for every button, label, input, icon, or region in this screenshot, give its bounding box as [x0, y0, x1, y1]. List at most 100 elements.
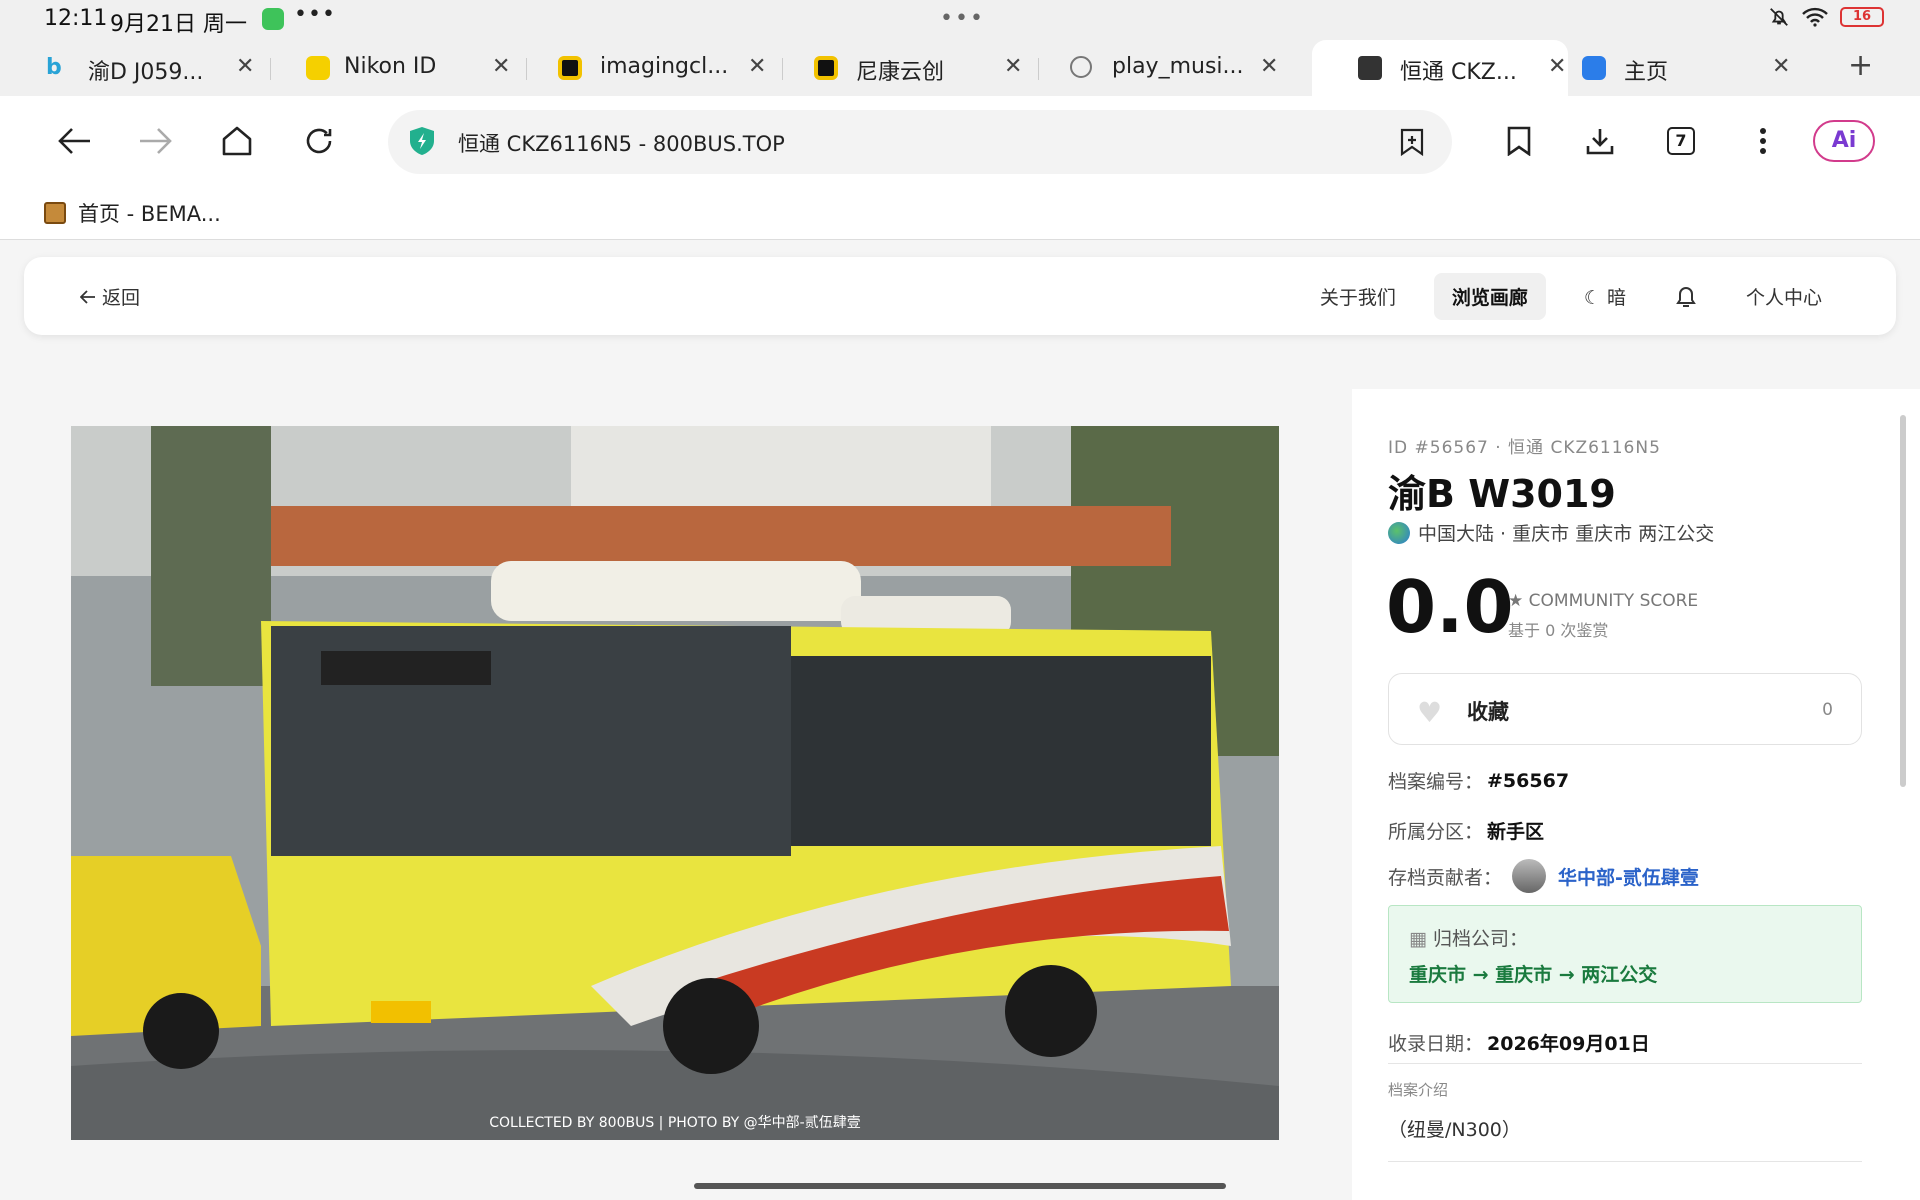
tab-3[interactable]: imagingcl... ✕	[512, 40, 768, 96]
bus-photo-illustration	[71, 426, 1279, 1140]
arrow-right-icon	[140, 128, 172, 154]
bookmark-icon	[1507, 126, 1531, 156]
downloads-button[interactable]	[1577, 118, 1623, 164]
arrow-left-icon	[80, 289, 95, 304]
status-bar: 12:11 9月21日 周一 ••• ••• 16	[0, 0, 1920, 40]
back-button[interactable]	[52, 118, 98, 164]
tab-4[interactable]: 尼康云创 ✕	[768, 40, 1024, 96]
ai-icon: Ai	[1813, 120, 1875, 162]
wifi-icon	[1802, 7, 1828, 27]
archive-company-box: ▦ 归档公司： 重庆市 → 重庆市 → 两江公交	[1388, 905, 1862, 1003]
tab-title: play_musi...	[1112, 54, 1242, 79]
tab-title: Nikon ID	[344, 54, 437, 79]
archive-number-row: 档案编号： #56567	[1388, 769, 1570, 794]
location-text: 中国大陆 · 重庆市 重庆市 两江公交	[1418, 523, 1715, 545]
avatar[interactable]	[1512, 859, 1547, 893]
bookmark-item[interactable]: 首页 - BEMA...	[44, 198, 221, 228]
tab-count-icon: 7	[1667, 127, 1695, 155]
photo-credit: COLLECTED BY 800BUS | PHOTO BY @华中部-贰伍肆壹	[489, 1115, 861, 1131]
tab-title: 主页	[1624, 60, 1669, 85]
address-bar[interactable]: 恒通 CKZ6116N5 - 800BUS.TOP	[388, 110, 1452, 174]
favorite-count: 0	[1822, 700, 1833, 720]
home-tab-icon	[1582, 56, 1606, 80]
description-label: 档案介绍	[1388, 1081, 1449, 1099]
site-nav-links: 关于我们 浏览画廊 ☾ 暗 个人中心	[1302, 273, 1840, 320]
tab-7[interactable]: 主页 ✕	[1536, 40, 1792, 96]
security-shield-icon	[410, 127, 434, 155]
status-icons: 16	[1768, 6, 1884, 28]
record-id: ID #56567 · 恒通 CKZ6116N5	[1388, 438, 1661, 458]
web-page: 返回 关于我们 浏览画廊 ☾ 暗 个人中心 COLLECTED BY 800BU…	[0, 241, 1920, 1200]
nav-profile[interactable]: 个人中心	[1728, 273, 1840, 320]
planet-icon	[1070, 56, 1092, 78]
more-vertical-icon	[1760, 128, 1766, 154]
reload-button[interactable]	[296, 118, 342, 164]
menu-button[interactable]	[1740, 118, 1786, 164]
tab-strip: b 渝D J059... ✕ Nikon ID ✕ imagingcl... ✕…	[0, 40, 1920, 96]
bookmark-label: 首页 - BEMA...	[78, 202, 221, 226]
bookmarks-bar: 首页 - BEMA...	[0, 188, 1920, 240]
browser-toolbar: 恒通 CKZ6116N5 - 800BUS.TOP 7 Ai	[0, 96, 1920, 188]
tab-switcher-button[interactable]: 7	[1658, 118, 1704, 164]
nikon-icon	[306, 56, 330, 80]
tab-1[interactable]: b 渝D J059... ✕	[0, 40, 256, 96]
forward-button[interactable]	[132, 118, 178, 164]
tab-title: imagingcl...	[600, 54, 729, 79]
new-tab-icon[interactable]: +	[1848, 48, 1873, 83]
tab-2[interactable]: Nikon ID ✕	[256, 40, 512, 96]
download-icon	[1586, 129, 1614, 155]
reload-icon	[306, 128, 332, 154]
close-tab-icon[interactable]: ✕	[1004, 54, 1022, 79]
battery-icon: 16	[1840, 7, 1884, 27]
contributor-row: 存档贡献者： 华中部-贰伍肆壹	[1388, 859, 1699, 893]
close-tab-icon[interactable]: ✕	[1260, 54, 1278, 79]
panel-scrollbar[interactable]	[1900, 415, 1906, 787]
close-tab-icon[interactable]: ✕	[1772, 54, 1790, 79]
page-scroll-indicator[interactable]	[694, 1183, 1226, 1189]
bell-off-icon	[1770, 8, 1788, 26]
tab-title: 渝D J059...	[88, 60, 204, 85]
imaging-cloud-icon	[558, 56, 582, 80]
nikon-cloud-icon	[814, 56, 838, 80]
globe-icon	[1388, 521, 1410, 544]
close-tab-icon[interactable]: ✕	[492, 54, 510, 79]
date-row: 收录日期： 2026年09月01日	[1388, 1033, 1650, 1055]
heart-icon: ♥	[1417, 696, 1443, 729]
back-link[interactable]: 返回	[80, 283, 140, 310]
add-bookmark-icon[interactable]	[1400, 128, 1424, 156]
back-label: 返回	[102, 287, 141, 309]
plate-number: 渝B W3019	[1388, 472, 1616, 516]
company-label: 归档公司：	[1433, 928, 1529, 950]
bing-icon: b	[46, 55, 62, 80]
score-label: ★ COMMUNITY SCORE	[1508, 591, 1699, 611]
site-navbar: 返回 关于我们 浏览画廊 ☾ 暗 个人中心	[24, 257, 1896, 335]
favorite-button[interactable]: ♥ 收藏 0	[1388, 673, 1862, 745]
contributor-link[interactable]: 华中部-贰伍肆壹	[1558, 863, 1699, 890]
date: 9月21日 周一	[110, 12, 247, 37]
ai-assistant-button[interactable]: Ai	[1812, 118, 1876, 164]
tab-6-active[interactable]: 恒通 CKZ... ✕	[1312, 40, 1568, 96]
bus-photo[interactable]: COLLECTED BY 800BUS | PHOTO BY @华中部-贰伍肆壹	[71, 426, 1279, 1140]
home-icon	[222, 126, 252, 156]
url-text: 恒通 CKZ6116N5 - 800BUS.TOP	[458, 132, 785, 156]
score-subtext: 基于 0 次鉴赏	[1508, 621, 1609, 640]
detail-panel: ID #56567 · 恒通 CKZ6116N5 渝B W3019 中国大陆 ·…	[1352, 389, 1920, 1200]
nav-about[interactable]: 关于我们	[1302, 273, 1414, 320]
security-app-icon	[262, 8, 284, 30]
tab-title: 尼康云创	[856, 60, 945, 85]
description-text: （纽曼/N300）	[1388, 1119, 1521, 1141]
clock: 12:11	[44, 6, 108, 31]
bell-icon[interactable]	[1674, 284, 1698, 310]
800bus-icon	[1358, 56, 1382, 80]
bookmarks-button[interactable]	[1496, 118, 1542, 164]
company-path[interactable]: 重庆市 → 重庆市 → 两江公交	[1409, 960, 1657, 987]
building-icon: ▦	[1409, 928, 1427, 950]
close-tab-icon[interactable]: ✕	[748, 54, 766, 79]
multitask-handle-icon[interactable]: •••	[940, 6, 985, 31]
zone-row: 所属分区： 新手区	[1388, 821, 1545, 843]
close-tab-icon[interactable]: ✕	[236, 54, 254, 79]
home-button[interactable]	[214, 118, 260, 164]
dark-mode-toggle[interactable]: ☾ 暗	[1566, 273, 1644, 320]
tab-5[interactable]: play_musi... ✕	[1024, 40, 1280, 96]
nav-gallery[interactable]: 浏览画廊	[1433, 273, 1546, 320]
